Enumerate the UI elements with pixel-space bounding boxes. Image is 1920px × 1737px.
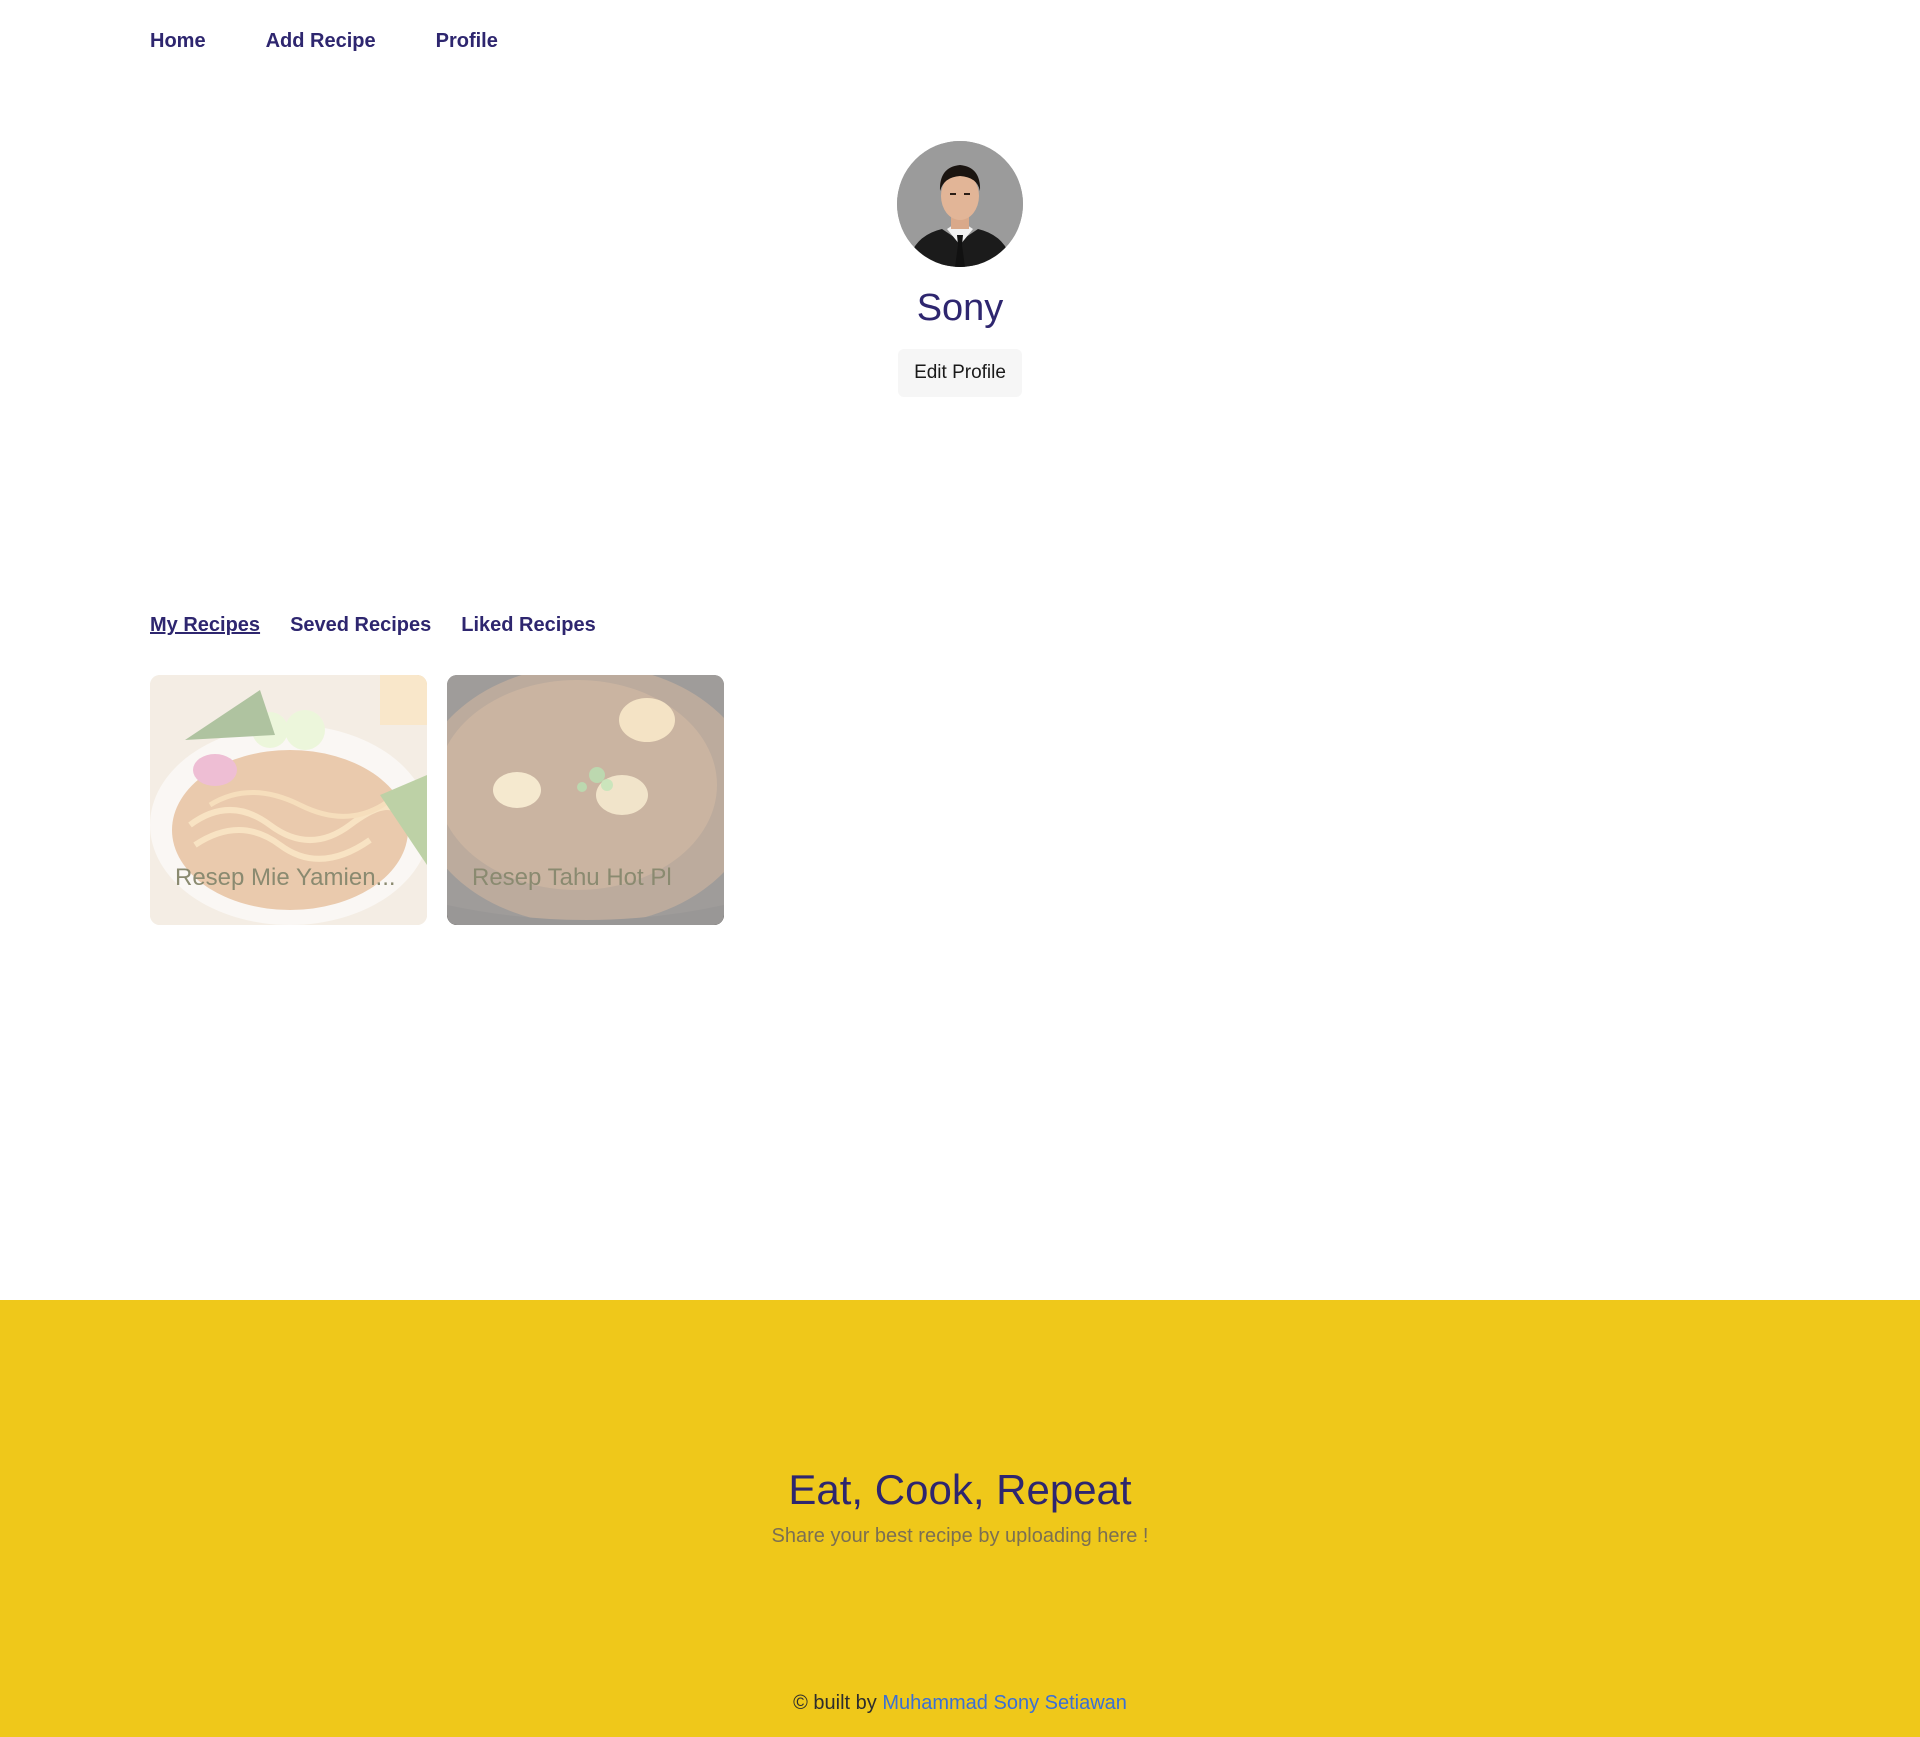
profile-header: Sony Edit Profile [0,141,1920,397]
recipe-card[interactable]: Resep Tahu Hot Pl [447,675,724,925]
nav-profile-link[interactable]: Profile [436,30,498,53]
tab-liked-recipes[interactable]: Liked Recipes [461,614,596,637]
profile-name: Sony [916,287,1004,329]
edit-profile-button[interactable]: Edit Profile [898,349,1022,397]
user-photo-icon [897,141,1023,267]
site-footer: Eat, Cook, Repeat Share your best recipe… [0,1300,1920,1737]
tab-saved-recipes[interactable]: Seved Recipes [290,614,431,637]
author-link[interactable]: Muhammad Sony Setiawan [882,1692,1127,1714]
nav-home-link[interactable]: Home [150,30,206,53]
footer-title: Eat, Cook, Repeat [788,1466,1132,1513]
nav-add-recipe-link[interactable]: Add Recipe [266,30,376,53]
footer-subtitle: Share your best recipe by uploading here… [771,1525,1149,1547]
footer-credit: © built by Muhammad Sony Setiawan [0,1692,1920,1715]
recipe-card-list: Resep Mie Yamien... Resep Tahu Hot Pl [150,675,724,925]
tab-my-recipes[interactable]: My Recipes [150,614,260,637]
top-navbar: Home Add Recipe Profile [150,30,498,53]
recipe-tabs: My Recipes Seved Recipes Liked Recipes [150,614,596,637]
avatar [897,141,1023,267]
recipe-card-title: Resep Tahu Hot Pl [472,864,672,891]
recipe-card[interactable]: Resep Mie Yamien... [150,675,427,925]
footer-credit-prefix: © built by [793,1692,877,1714]
recipe-card-title: Resep Mie Yamien... [175,864,396,891]
